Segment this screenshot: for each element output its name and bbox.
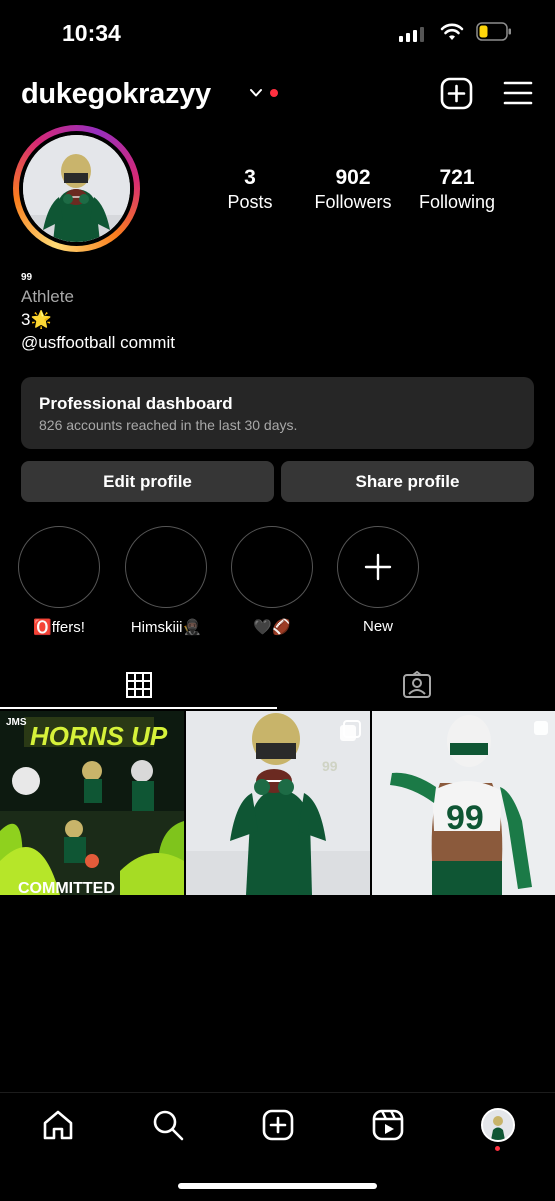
- post-headline-text: HORNS UP: [30, 721, 168, 751]
- plus-icon: [364, 553, 392, 581]
- profile-avatar-icon[interactable]: [481, 1108, 515, 1142]
- stat-posts[interactable]: 3 Posts: [195, 166, 305, 214]
- highlight-offers[interactable]: 🅾️ffers!: [17, 526, 101, 636]
- posts-label: Posts: [227, 192, 273, 212]
- followers-count: 902: [335, 166, 371, 189]
- new-highlight-circle: [337, 526, 419, 608]
- add-post-icon[interactable]: [440, 77, 473, 110]
- highlight-label: Himskiii🥷🏿: [130, 619, 202, 636]
- dashboard-title: Professional dashboard: [39, 394, 233, 413]
- following-label: Following: [418, 192, 496, 212]
- highlight-himskiii[interactable]: Himskiii🥷🏿: [124, 526, 208, 636]
- notification-dot: [270, 89, 278, 97]
- search-icon[interactable]: [151, 1108, 185, 1142]
- create-icon[interactable]: [261, 1108, 295, 1142]
- stat-followers[interactable]: 902 Followers: [298, 166, 408, 214]
- highlight-cover: [231, 526, 313, 608]
- home-indicator: [178, 1183, 377, 1189]
- post-footer-text: COMMITTED: [18, 880, 115, 895]
- bio-name: 99: [21, 272, 33, 283]
- menu-icon[interactable]: [502, 79, 534, 107]
- home-icon[interactable]: [41, 1108, 75, 1142]
- post-jersey-number: 99: [446, 799, 484, 837]
- profile-avatar[interactable]: [13, 125, 140, 252]
- tagged-icon: [402, 671, 431, 698]
- post-tag-text: JMS: [6, 717, 27, 728]
- chevron-down-icon[interactable]: [249, 86, 263, 100]
- signal-icon: [399, 26, 424, 42]
- highlight-label: New: [362, 618, 393, 635]
- status-time: 10:34: [62, 20, 121, 46]
- profile-username[interactable]: dukegokrazyy: [21, 78, 211, 111]
- professional-dashboard[interactable]: Professional dashboard 826 accounts reac…: [21, 377, 534, 449]
- highlight-cover: [125, 526, 207, 608]
- avatar-photo: [23, 135, 130, 242]
- followers-label: Followers: [314, 192, 392, 212]
- active-tab-indicator: [0, 707, 277, 709]
- grid-icon: [125, 672, 152, 698]
- bio-line-1: 3🌟: [21, 310, 52, 329]
- dashboard-subtitle: 826 accounts reached in the last 30 days…: [39, 417, 298, 433]
- tab-tagged[interactable]: [278, 660, 555, 710]
- highlight-cover: [18, 526, 100, 608]
- bio-category: Athlete: [21, 287, 74, 306]
- battery-icon: [476, 22, 511, 41]
- bio-line-2[interactable]: @usffootball commit: [21, 333, 175, 353]
- tab-posts-grid[interactable]: [0, 660, 277, 710]
- edit-profile-button[interactable]: Edit profile: [21, 461, 274, 502]
- profile-notification-dot: [495, 1146, 500, 1151]
- post-thumbnail-photo-2[interactable]: 99: [372, 711, 555, 895]
- post-thumbnail-commit[interactable]: JMS HORNS UP COMMITTED: [0, 711, 184, 895]
- highlight-new[interactable]: New: [336, 526, 420, 635]
- highlight-label: 🅾️ffers!: [33, 619, 85, 636]
- post-thumbnail-photo-1[interactable]: 99: [186, 711, 370, 895]
- stat-following[interactable]: 721 Following: [402, 166, 512, 214]
- wifi-icon: [440, 23, 464, 40]
- reels-icon[interactable]: [371, 1108, 405, 1142]
- following-count: 721: [439, 166, 475, 189]
- highlight-heart-football[interactable]: 🖤🏈: [230, 526, 314, 636]
- share-profile-button[interactable]: Share profile: [281, 461, 534, 502]
- post-jersey-number: 99: [322, 758, 338, 774]
- highlight-label: 🖤🏈: [253, 619, 291, 636]
- posts-count: 3: [244, 166, 256, 189]
